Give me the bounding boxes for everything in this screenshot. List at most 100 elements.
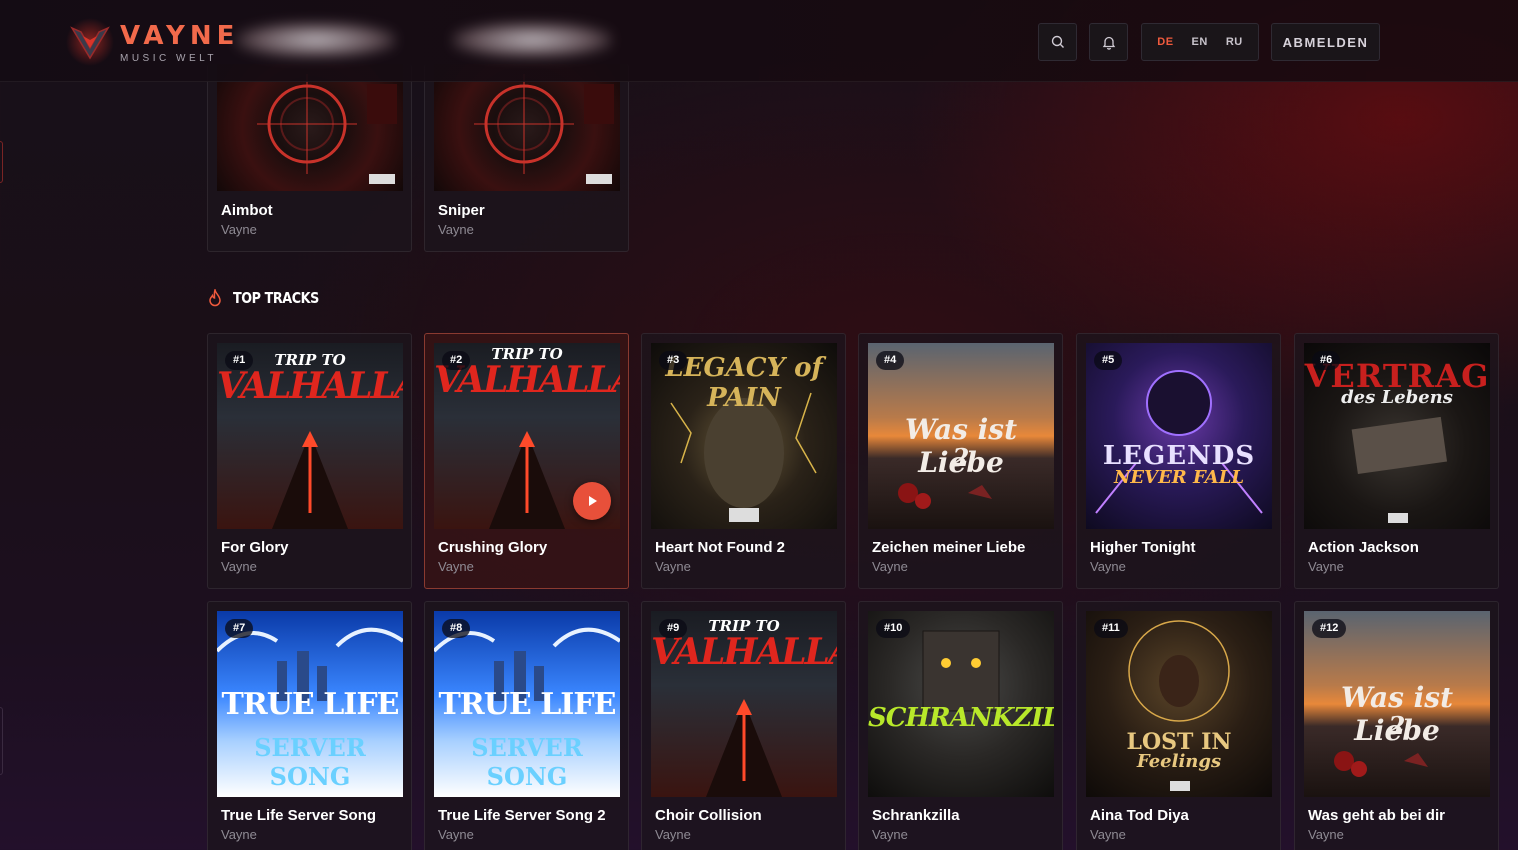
- rank-badge: #9: [659, 619, 688, 638]
- cover-art: Was ist Liebe 2 #4: [868, 343, 1054, 529]
- blurred-nav-item-2[interactable]: [452, 22, 612, 58]
- lang-ru[interactable]: RU: [1217, 36, 1252, 48]
- track-title: For Glory: [221, 539, 289, 556]
- rank-badge: #6: [1312, 351, 1341, 370]
- rank-badge: #12: [1312, 619, 1347, 638]
- rank-badge: #4: [876, 351, 905, 370]
- sidebar-toggle-tab[interactable]: [0, 141, 3, 183]
- track-card[interactable]: LEGENDS NEVER FALL #5 Higher Tonight Vay…: [1076, 333, 1281, 589]
- track-artist[interactable]: Vayne: [655, 559, 691, 574]
- flame-icon: [209, 289, 221, 307]
- track-card[interactable]: TRUE LIFE SERVER SONG #7 True Life Serve…: [207, 601, 412, 850]
- track-title: Schrankzilla: [872, 807, 960, 824]
- card-artist[interactable]: Vayne: [438, 222, 474, 237]
- sidebar-edge-tab[interactable]: [0, 707, 3, 775]
- track-title: Was geht ab bei dir: [1308, 807, 1445, 824]
- cover-art: LOST IN Feelings #11: [1086, 611, 1272, 797]
- track-artist[interactable]: Vayne: [1090, 559, 1126, 574]
- track-artist[interactable]: Vayne: [221, 559, 257, 574]
- track-title: Crushing Glory: [438, 539, 548, 556]
- track-card[interactable]: Was ist Liebe 2 #4 Zeichen meiner Liebe …: [858, 333, 1063, 589]
- cover-title: TRUE LIFE: [221, 687, 399, 722]
- cover-subtitle: Feelings: [1136, 751, 1222, 772]
- track-title: Higher Tonight: [1090, 539, 1196, 556]
- card-artist[interactable]: Vayne: [221, 222, 257, 237]
- track-card[interactable]: LOST IN Feelings #11 Aina Tod Diya Vayne: [1076, 601, 1281, 850]
- card-title: Aimbot: [221, 202, 273, 219]
- track-card[interactable]: TRIP TO VALHALLA #9 Choir Collision Vayn…: [641, 601, 846, 850]
- play-icon: [589, 496, 597, 506]
- play-button[interactable]: [573, 482, 611, 520]
- rank-badge: #11: [1094, 619, 1128, 638]
- rank-badge: #7: [225, 619, 254, 638]
- rank-badge: #5: [1094, 351, 1123, 370]
- cover-art: [217, 64, 403, 191]
- card-title: Sniper: [438, 202, 485, 219]
- track-artist[interactable]: Vayne: [655, 827, 691, 842]
- cover-art: TRUE LIFE SERVER SONG #8: [434, 611, 620, 797]
- track-card[interactable]: Was ist Liebe 2 #12 Was geht ab bei dir …: [1294, 601, 1499, 850]
- track-title: Choir Collision: [655, 807, 762, 824]
- cover-title: SCHRANKZILLA: [868, 703, 1054, 733]
- brand-name: VAYNE: [120, 20, 240, 51]
- bell-icon: [1102, 36, 1115, 50]
- track-artist[interactable]: Vayne: [438, 559, 474, 574]
- logo[interactable]: VAYNE MUSIC WELT: [66, 18, 239, 66]
- track-artist[interactable]: Vayne: [221, 827, 257, 842]
- cover-subtitle: SERVER SONG: [254, 733, 366, 791]
- cover-subtitle: des Lebens: [1341, 387, 1453, 408]
- logout-button[interactable]: ABMELDEN: [1271, 23, 1380, 61]
- blurred-nav-item-1[interactable]: [236, 22, 396, 58]
- section-title: TOP TRACKS: [233, 289, 319, 307]
- track-title: True Life Server Song 2: [438, 807, 606, 824]
- track-card[interactable]: TRUE LIFE SERVER SONG #8 True Life Serve…: [424, 601, 629, 850]
- top-header: VAYNE MUSIC WELT DE EN RU ABMELDEN: [0, 0, 1518, 82]
- notifications-button[interactable]: [1089, 23, 1128, 61]
- cover-subtitle: NEVER FALL: [1113, 467, 1245, 488]
- cover-art: TRIP TO VALHALLA #1: [217, 343, 403, 529]
- track-artist[interactable]: Vayne: [1090, 827, 1126, 842]
- rank-badge: #1: [225, 351, 254, 370]
- top-tracks-heading: TOP TRACKS: [207, 289, 334, 307]
- track-card[interactable]: VERTRAG des Lebens #6 Action Jackson Vay…: [1294, 333, 1499, 589]
- lang-en[interactable]: EN: [1183, 36, 1217, 48]
- release-card-aimbot[interactable]: Aimbot Vayne: [207, 64, 412, 252]
- search-icon: [1051, 35, 1064, 48]
- cover-title: TRUE LIFE: [438, 687, 616, 722]
- cover-art: LEGENDS NEVER FALL #5: [1086, 343, 1272, 529]
- track-artist[interactable]: Vayne: [1308, 559, 1344, 574]
- track-artist[interactable]: Vayne: [1308, 827, 1344, 842]
- release-card-sniper[interactable]: Sniper Vayne: [424, 64, 629, 252]
- cover-art: LEGACY of PAIN #3: [651, 343, 837, 529]
- search-button[interactable]: [1038, 23, 1077, 61]
- cover-art: [434, 64, 620, 191]
- track-title: Aina Tod Diya: [1090, 807, 1189, 824]
- cover-title: VALHALLA: [217, 365, 403, 407]
- track-card[interactable]: TRIP TO VALHALLA #1 For Glory Vayne: [207, 333, 412, 589]
- track-title: Zeichen meiner Liebe: [872, 539, 1026, 556]
- cover-art: VERTRAG des Lebens #6: [1304, 343, 1490, 529]
- cover-art: TRUE LIFE SERVER SONG #7: [217, 611, 403, 797]
- rank-badge: #3: [659, 351, 688, 370]
- track-card[interactable]: LEGACY of PAIN #3 Heart Not Found 2 Vayn…: [641, 333, 846, 589]
- track-title: Action Jackson: [1308, 539, 1419, 556]
- track-card-active[interactable]: TRIP TO VALHALLA #2 Crushing Glory Vayne: [424, 333, 629, 589]
- rank-badge: #10: [876, 619, 911, 638]
- rank-badge: #8: [442, 619, 471, 638]
- cover-number: 2: [952, 443, 970, 472]
- cover-art: TRIP TO VALHALLA #2: [434, 343, 620, 529]
- rank-badge: #2: [442, 351, 471, 370]
- brand-tagline: MUSIC WELT: [120, 52, 218, 64]
- lang-de[interactable]: DE: [1148, 36, 1182, 48]
- cover-number: 2: [1388, 711, 1406, 740]
- cover-art: TRIP TO VALHALLA #9: [651, 611, 837, 797]
- track-card[interactable]: SCHRANKZILLA #10 Schrankzilla Vayne: [858, 601, 1063, 850]
- cover-subtitle: SERVER SONG: [471, 733, 583, 791]
- logo-emblem-icon: [66, 18, 114, 66]
- track-title: True Life Server Song: [221, 807, 377, 824]
- track-artist[interactable]: Vayne: [872, 559, 908, 574]
- track-title: Heart Not Found 2: [655, 539, 785, 556]
- track-artist[interactable]: Vayne: [438, 827, 474, 842]
- cover-art: Was ist Liebe 2 #12: [1304, 611, 1490, 797]
- track-artist[interactable]: Vayne: [872, 827, 908, 842]
